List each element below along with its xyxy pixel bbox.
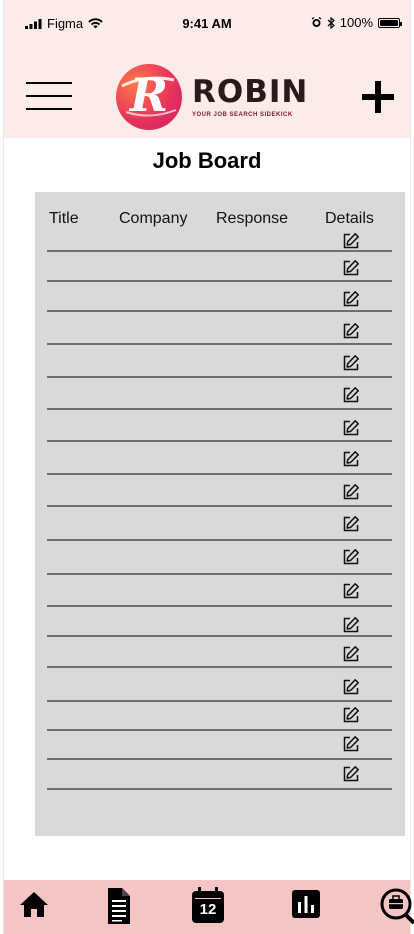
bluetooth-icon <box>327 16 335 29</box>
calendar-icon[interactable]: 12 <box>190 886 226 923</box>
edit-icon[interactable] <box>342 706 360 724</box>
brand-tagline: YOUR JOB SEARCH SIDEKICK <box>192 111 293 118</box>
hamburger-menu-button[interactable] <box>26 82 72 112</box>
edit-icon[interactable] <box>342 259 360 277</box>
menu-line-icon <box>26 95 72 97</box>
job-search-icon[interactable] <box>376 886 414 925</box>
table-row-divider <box>47 310 392 312</box>
column-header-response: Response <box>216 210 289 227</box>
edit-icon[interactable] <box>342 582 360 600</box>
table-row-divider <box>47 700 392 702</box>
edit-icon[interactable] <box>342 386 360 404</box>
edit-icon[interactable] <box>342 515 360 533</box>
logo-mark-icon: R <box>116 64 182 130</box>
table-row-divider <box>47 539 392 541</box>
table-row-divider <box>47 408 392 410</box>
brand-name: ROBIN <box>192 73 309 110</box>
edit-icon[interactable] <box>342 354 360 372</box>
robin-logo: R ROBIN YOUR JOB SEARCH SIDEKICK <box>116 64 308 130</box>
menu-line-icon <box>26 108 72 110</box>
table-row-divider <box>47 343 392 345</box>
add-job-button[interactable] <box>362 81 394 113</box>
edit-icon[interactable] <box>342 735 360 753</box>
table-row-divider <box>47 280 392 282</box>
battery-icon <box>378 17 402 28</box>
table-row-divider <box>47 729 392 731</box>
edit-icon[interactable] <box>342 765 360 783</box>
calendar-day: 12 <box>195 899 221 921</box>
column-header-title: Title <box>49 210 79 227</box>
bottom-navigation: 12 <box>4 880 414 934</box>
edit-icon[interactable] <box>342 419 360 437</box>
table-row-divider <box>47 758 392 760</box>
table-row-divider <box>47 635 392 637</box>
document-icon[interactable] <box>100 886 136 924</box>
page-title: Job Board <box>152 148 262 173</box>
table-row-divider <box>47 440 392 442</box>
alarm-icon <box>311 17 322 27</box>
column-header-details: Details <box>325 210 374 227</box>
edit-icon[interactable] <box>342 678 360 696</box>
table-row-divider <box>47 473 392 475</box>
edit-icon[interactable] <box>342 616 360 634</box>
edit-icon[interactable] <box>342 548 360 566</box>
edit-icon[interactable] <box>342 232 360 250</box>
edit-icon[interactable] <box>342 645 360 663</box>
column-header-company: Company <box>119 210 188 227</box>
table-row-divider <box>47 666 392 668</box>
status-bar: Figma 9:41 AM 100% <box>4 0 410 50</box>
table-row-divider <box>47 788 392 790</box>
job-board-table: Title Company Response Details <box>35 192 405 836</box>
status-right: 100% <box>311 15 402 30</box>
logo-letter: R <box>129 68 169 122</box>
app-header: R ROBIN YOUR JOB SEARCH SIDEKICK <box>4 50 410 138</box>
table-row-divider <box>47 250 392 252</box>
battery-percent: 100% <box>339 15 373 30</box>
table-row-divider <box>47 573 392 575</box>
edit-icon[interactable] <box>342 322 360 340</box>
table-row-divider <box>47 505 392 507</box>
app-frame: Figma 9:41 AM 100% R ROBIN YOUR JOB SEAR… <box>3 0 414 934</box>
edit-icon[interactable] <box>342 290 360 308</box>
bar-chart-icon[interactable] <box>288 886 324 922</box>
edit-icon[interactable] <box>342 483 360 501</box>
home-icon[interactable] <box>16 886 52 922</box>
table-row-divider <box>47 376 392 378</box>
table-row-divider <box>47 605 392 607</box>
menu-line-icon <box>26 82 72 84</box>
edit-icon[interactable] <box>342 450 360 468</box>
